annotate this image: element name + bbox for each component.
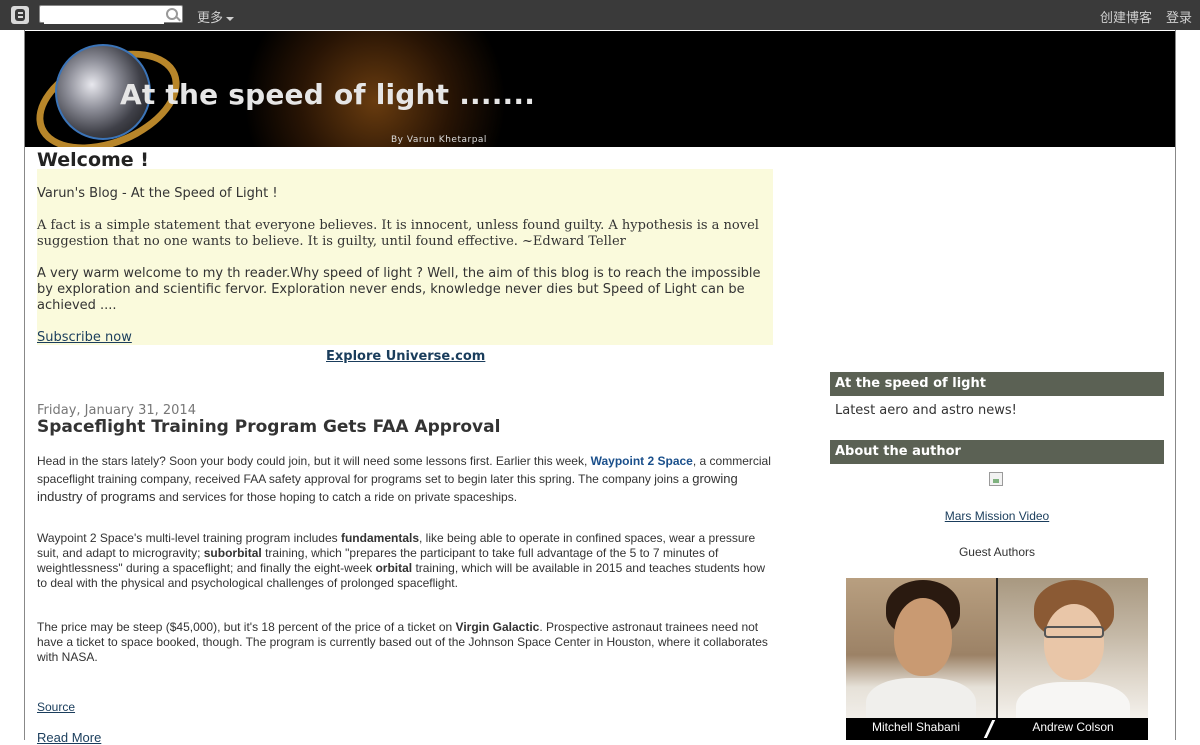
author-name-2: Andrew Colson [1032,720,1114,734]
chevron-down-icon [226,16,235,21]
author-name-1: Mitchell Shabani [871,720,961,734]
blog-byline: By Varun Khetarpal [391,135,487,145]
login-link[interactable]: 登录 [1166,7,1192,26]
text-span: Head in the stars lately? Soon your body… [37,454,591,468]
face [1044,604,1104,680]
shirt [866,678,976,718]
post-paragraph-1: Head in the stars lately? Soon your body… [37,452,773,506]
search-box[interactable] [39,5,183,24]
post-title[interactable]: Spaceflight Training Program Gets FAA Ap… [37,417,500,437]
welcome-quote: A fact is a simple statement that everyo… [37,218,759,249]
post-paragraph-3: The price may be steep ($45,000), but it… [37,620,773,665]
glasses [1044,626,1104,638]
search-icon[interactable] [166,8,178,20]
guest-authors-label: Guest Authors [958,545,1036,559]
blog-title[interactable]: At the speed of light ....... [120,78,535,111]
text-bold: suborbital [203,546,262,560]
author-photo-andrew [998,578,1148,718]
welcome-text: A very warm welcome to my th reader.Why … [37,266,761,313]
post-paragraph-2: Waypoint 2 Space's multi-level training … [37,531,773,591]
blogger-navbar: 更多 创建博客 登录 [0,0,1200,30]
sidebar: At the speed of light Latest aero and as… [830,372,1164,740]
text-bold: fundamentals [340,531,419,545]
welcome-blog-line: Varun's Blog - At the Speed of Light ! [37,186,278,201]
text-span: Waypoint 2 Space's multi-level training … [37,531,341,545]
search-input[interactable] [44,10,164,24]
text-span: and services for those hoping to catch a… [155,490,518,504]
sidebar-heading-about-author: About the author [830,440,1164,464]
post-date: Friday, January 31, 2014 [37,403,196,418]
guest-authors-photo: Mitchell Shabani Andrew Colson [846,578,1148,740]
create-blog-link[interactable]: 创建博客 [1100,7,1152,26]
more-menu-label: 更多 [197,11,224,26]
more-menu[interactable]: 更多 [197,7,235,26]
read-more-link[interactable]: Read More [37,730,101,745]
blog-header-banner[interactable]: At the speed of light ....... By Varun K… [25,31,1175,147]
explore-universe-link[interactable]: Explore Universe.com [326,349,485,364]
blogger-logo-icon[interactable] [11,6,29,24]
mars-mission-video-link[interactable]: Mars Mission Video [830,509,1164,523]
text-span: The price may be steep ($45,000), but it… [37,620,456,634]
waypoint-2-space-link[interactable]: Waypoint 2 Space [591,454,693,468]
shirt [1016,682,1130,718]
welcome-heading: Welcome ! [37,149,149,171]
sidebar-description: Latest aero and astro news! [835,403,1017,418]
sidebar-heading-speed-of-light: At the speed of light [830,372,1164,396]
author-photo-mitchell [846,578,996,718]
subscribe-link[interactable]: Subscribe now [37,330,132,345]
face [894,598,952,676]
text-bold: Virgin Galactic [455,620,540,634]
text-bold: orbital [375,561,413,575]
broken-image-icon [989,472,1003,486]
welcome-box: Varun's Blog - At the Speed of Light ! A… [37,169,773,345]
source-link[interactable]: Source [37,700,75,715]
